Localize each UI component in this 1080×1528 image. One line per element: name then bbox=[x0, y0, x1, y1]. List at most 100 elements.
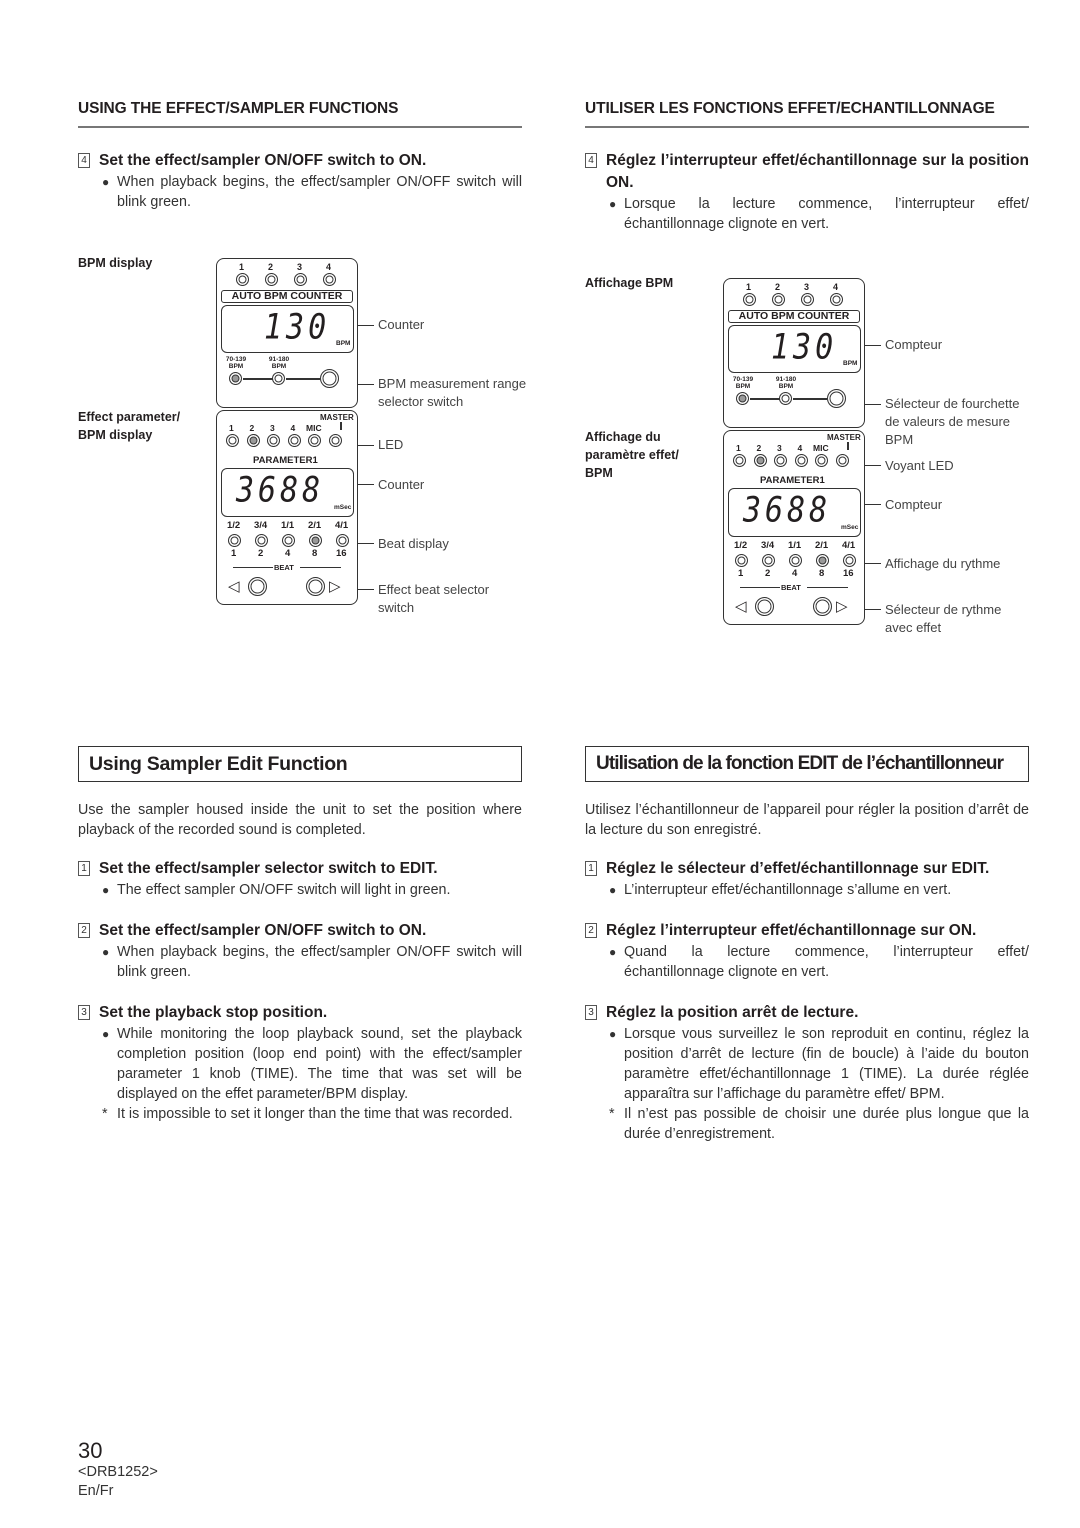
intro-paragraph: Utilisez l’échantillonneur de l’appareil… bbox=[585, 802, 1029, 838]
step-title: Réglez le sélecteur d’effet/échantillonn… bbox=[606, 860, 990, 877]
channel-number: 2 bbox=[775, 282, 781, 292]
section-title-box: Using Sampler Edit Function bbox=[78, 746, 522, 782]
beat-number: 4 bbox=[792, 568, 798, 579]
step-4: 4 Réglez l’interrupteur effet/échantillo… bbox=[585, 150, 1029, 194]
msec-unit: mSec bbox=[334, 504, 352, 511]
beat-bracket bbox=[807, 587, 848, 588]
step-number: 3 bbox=[78, 1005, 90, 1020]
range-led bbox=[229, 372, 242, 385]
master-label: MASTER bbox=[320, 413, 354, 422]
step-title: Set the effect/sampler ON/OFF switch to … bbox=[99, 152, 427, 169]
beat-bracket bbox=[233, 567, 273, 568]
beat-led bbox=[735, 554, 748, 567]
auto-bpm-counter-label: AUTO BPM COUNTER bbox=[728, 310, 860, 323]
channel-led bbox=[265, 273, 278, 286]
master-led bbox=[835, 454, 849, 467]
channel-led bbox=[772, 293, 785, 306]
parameter1-label: PARAMETER1 bbox=[760, 475, 825, 486]
master-led bbox=[328, 434, 342, 447]
channel-led bbox=[753, 454, 767, 467]
callout-counter: Compteur bbox=[885, 337, 943, 352]
beat-fraction: 2/1 bbox=[308, 520, 322, 531]
channel-led bbox=[236, 273, 249, 286]
channel-number: 3 bbox=[777, 443, 782, 453]
beat-fraction: 4/1 bbox=[842, 540, 856, 551]
master-tick bbox=[340, 422, 342, 430]
beat-led bbox=[282, 534, 295, 547]
beat-led bbox=[228, 534, 241, 547]
channel-led bbox=[308, 434, 321, 447]
right-triangle-icon: ▷ bbox=[329, 578, 341, 595]
bpm-range-selector-button[interactable] bbox=[827, 389, 846, 408]
beat-left-button[interactable] bbox=[248, 577, 267, 596]
figure-label-bpm: BPM display bbox=[78, 256, 153, 270]
channel-led bbox=[743, 293, 756, 306]
beat-fraction: 3/4 bbox=[254, 520, 268, 531]
beat-right-button[interactable] bbox=[306, 577, 325, 596]
beat-number: 16 bbox=[336, 548, 347, 559]
step-4: 4 Set the effect/sampler ON/OFF switch t… bbox=[78, 150, 522, 172]
step-number: 3 bbox=[585, 1005, 597, 1020]
channel-led bbox=[246, 434, 260, 447]
master-tick bbox=[847, 442, 849, 450]
range-led bbox=[272, 372, 285, 385]
channel-number: 3 bbox=[804, 282, 810, 292]
channel-number: 1 bbox=[746, 282, 752, 292]
figure-label-bpm: Affichage BPM bbox=[585, 276, 674, 290]
step-2: 2 Réglez l’interrupteur effet/échantillo… bbox=[585, 920, 1029, 942]
channel-led bbox=[323, 273, 336, 286]
en-edit-section: Using Sampler Edit Function Use the samp… bbox=[78, 746, 522, 1124]
beat-fraction: 4/1 bbox=[335, 520, 349, 531]
callout-effect-beat: Sélecteur de rythme avec effet bbox=[885, 602, 1002, 635]
step-number: 2 bbox=[585, 923, 597, 938]
parameter1-label: PARAMETER1 bbox=[253, 455, 318, 466]
channel-number: MIC bbox=[813, 443, 829, 453]
effect-counter-value: 3688 bbox=[236, 470, 325, 511]
beat-right-button[interactable] bbox=[813, 597, 832, 616]
document-code: <DRB1252> bbox=[78, 1464, 158, 1480]
bullet-icon: ● bbox=[609, 1027, 617, 1041]
step-3: 3 Set the playback stop position. bbox=[78, 1002, 522, 1024]
step-2: 2 Set the effect/sampler ON/OFF switch t… bbox=[78, 920, 522, 942]
master-label: MASTER bbox=[827, 433, 861, 442]
step-title: Set the playback stop position. bbox=[99, 1004, 328, 1021]
beat-led bbox=[336, 534, 349, 547]
beat-fraction: 1/2 bbox=[227, 520, 241, 531]
bullet-icon: ● bbox=[102, 883, 110, 897]
step-number: 2 bbox=[78, 923, 90, 938]
beat-bracket bbox=[300, 567, 341, 568]
channel-led bbox=[287, 434, 301, 447]
msec-unit: mSec bbox=[841, 524, 859, 531]
bullet-item: ● L’interrupteur effet/échantillonnage s’… bbox=[609, 882, 952, 898]
beat-led bbox=[309, 534, 322, 547]
callout-beat-display: Beat display bbox=[378, 536, 449, 551]
beat-number: 4 bbox=[285, 548, 291, 559]
bullet-item: ● Lorsque vous surveillez le son reprodui… bbox=[609, 1026, 1029, 1102]
fr-edit-section: Utilisation de la fonction EDIT de l’éch… bbox=[585, 746, 1029, 1144]
bullet-item: ● While monitoring the loop playback soun… bbox=[102, 1026, 522, 1102]
channel-number: 4 bbox=[833, 282, 839, 292]
step-title: Set the effect/sampler ON/OFF switch to … bbox=[99, 922, 427, 939]
connector-line bbox=[286, 378, 320, 380]
channel-led bbox=[830, 293, 843, 306]
channel-led bbox=[801, 293, 814, 306]
bullet-icon: ● bbox=[102, 1027, 110, 1041]
right-triangle-icon: ▷ bbox=[836, 598, 848, 615]
beat-label: BEAT bbox=[781, 583, 801, 592]
beat-led bbox=[816, 554, 829, 567]
range-label: 70-139 BPM bbox=[732, 376, 754, 390]
left-triangle-icon: ◁ bbox=[735, 598, 747, 615]
channel-led bbox=[267, 434, 280, 447]
bullet-icon: ● bbox=[609, 945, 617, 959]
bullet-item: ● When playback begins, the effect/sampl… bbox=[102, 174, 522, 210]
channel-led bbox=[733, 454, 746, 467]
intro-paragraph: Use the sampler housed inside the unit t… bbox=[78, 802, 522, 838]
callout-bpm-range: BPM measurement range selector switch bbox=[378, 376, 527, 409]
note-item: * Il n’est pas possible de choisir une du… bbox=[609, 1106, 1029, 1142]
beat-left-button[interactable] bbox=[755, 597, 774, 616]
effect-counter-value: 3688 bbox=[743, 490, 832, 531]
bullet-icon: ● bbox=[102, 945, 110, 959]
bpm-range-selector-button[interactable] bbox=[320, 369, 339, 388]
en-top-section: USING THE EFFECT/SAMPLER FUNCTIONS 4 Set… bbox=[78, 100, 522, 212]
callout-bpm-range: Sélecteur de fourchette de valeurs de me… bbox=[885, 396, 1020, 447]
